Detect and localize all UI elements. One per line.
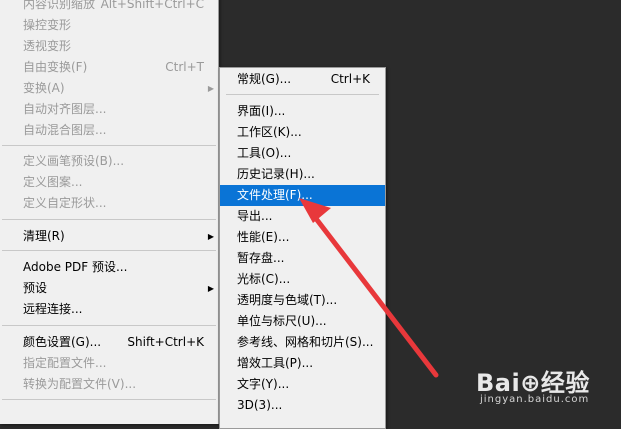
submenu-item-cursors[interactable]: 光标(C)... bbox=[220, 269, 385, 290]
menu-separator bbox=[2, 325, 216, 326]
menu-item-define-pattern[interactable]: 定义图案... bbox=[0, 172, 218, 193]
watermark-url: jingyan.baidu.com bbox=[480, 394, 590, 405]
submenu-arrow-icon: ▶ bbox=[207, 232, 214, 241]
submenu-item-general[interactable]: 常规(G)... Ctrl+K bbox=[220, 69, 385, 90]
menu-item-puppet-warp[interactable]: 操控变形 bbox=[0, 15, 218, 36]
menu-item-color-settings[interactable]: 颜色设置(G)... Shift+Ctrl+K bbox=[0, 332, 218, 353]
submenu-item-history-log[interactable]: 历史记录(H)... bbox=[220, 164, 385, 185]
menu-item-content-aware-scale[interactable]: 内容识别缩放 Alt+Shift+Ctrl+C bbox=[0, 0, 218, 15]
menu-item-auto-align-layers[interactable]: 自动对齐图层... bbox=[0, 99, 218, 120]
menu-item-presets[interactable]: 预设 ▶ bbox=[0, 278, 218, 299]
menu-separator bbox=[2, 145, 216, 146]
menu-item-transform[interactable]: 变换(A) ▶ bbox=[0, 78, 218, 99]
menu-separator bbox=[2, 250, 216, 251]
submenu-item-transparency-gamut[interactable]: 透明度与色域(T)... bbox=[220, 290, 385, 311]
submenu-item-interface[interactable]: 界面(I)... bbox=[220, 101, 385, 122]
submenu-arrow-icon: ▶ bbox=[207, 84, 214, 93]
submenu-item-guides-grid-slices[interactable]: 参考线、网格和切片(S)... bbox=[220, 332, 385, 353]
submenu-item-file-handling[interactable]: 文件处理(F)... bbox=[220, 185, 385, 206]
submenu-item-workspace[interactable]: 工作区(K)... bbox=[220, 122, 385, 143]
menu-item-convert-to-profile[interactable]: 转换为配置文件(V)... bbox=[0, 374, 218, 395]
menu-item-define-brush-preset[interactable]: 定义画笔预设(B)... bbox=[0, 151, 218, 172]
submenu-item-type[interactable]: 文字(Y)... bbox=[220, 374, 385, 395]
submenu-item-performance[interactable]: 性能(E)... bbox=[220, 227, 385, 248]
menu-item-assign-profile[interactable]: 指定配置文件... bbox=[0, 353, 218, 374]
menu-item-define-custom-shape[interactable]: 定义自定形状... bbox=[0, 193, 218, 214]
menu-separator bbox=[2, 219, 216, 220]
menu-item-perspective-warp[interactable]: 透视变形 bbox=[0, 36, 218, 57]
submenu-item-tools[interactable]: 工具(O)... bbox=[220, 143, 385, 164]
edit-menu: 内容识别缩放 Alt+Shift+Ctrl+C 操控变形 透视变形 自由变换(F… bbox=[0, 0, 219, 424]
menu-item-adobe-pdf-presets[interactable]: Adobe PDF 预设... bbox=[0, 257, 218, 278]
baidu-jingyan-watermark: Bai⊕经验 jingyan.baidu.com bbox=[476, 363, 616, 411]
submenu-item-units-rulers[interactable]: 单位与标尺(U)... bbox=[220, 311, 385, 332]
menu-separator bbox=[226, 94, 379, 95]
menu-item-auto-blend-layers[interactable]: 自动混合图层... bbox=[0, 120, 218, 141]
preferences-submenu: 常规(G)... Ctrl+K 界面(I)... 工作区(K)... 工具(O)… bbox=[219, 67, 386, 429]
menu-separator bbox=[2, 399, 216, 400]
menu-item-free-transform[interactable]: 自由变换(F) Ctrl+T bbox=[0, 57, 218, 78]
baidu-paw-icon: Bai⊕经验 bbox=[476, 369, 590, 397]
submenu-item-plugins[interactable]: 增效工具(P)... bbox=[220, 353, 385, 374]
menu-item-purge[interactable]: 清理(R) ▶ bbox=[0, 226, 218, 247]
submenu-item-3d[interactable]: 3D(3)... bbox=[220, 395, 385, 416]
submenu-item-scratch-disks[interactable]: 暂存盘... bbox=[220, 248, 385, 269]
menu-item-remote-connections[interactable]: 远程连接... bbox=[0, 299, 218, 320]
submenu-arrow-icon: ▶ bbox=[207, 284, 214, 293]
submenu-item-export[interactable]: 导出... bbox=[220, 206, 385, 227]
